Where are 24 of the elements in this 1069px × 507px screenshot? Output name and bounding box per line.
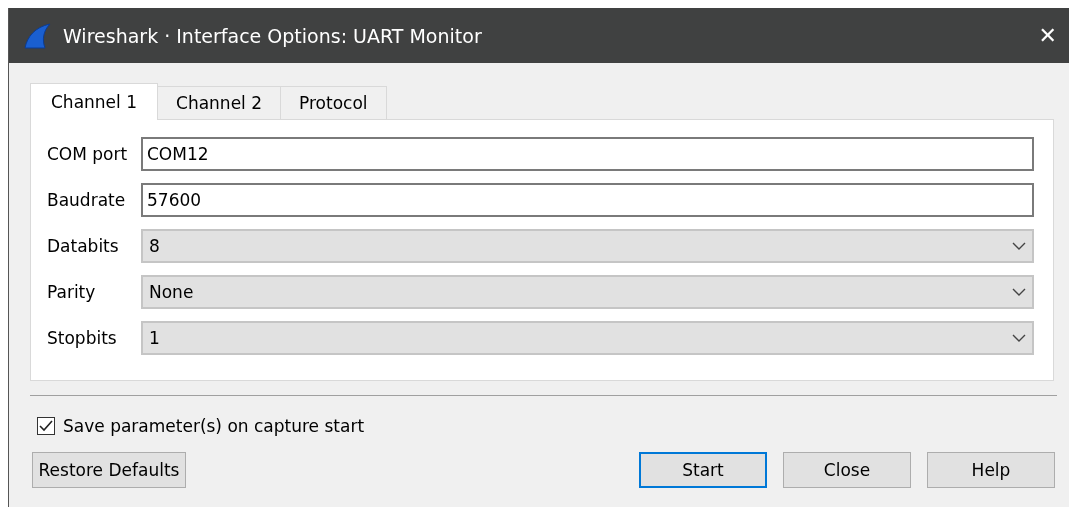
field-label: COM port (47, 144, 129, 164)
tab[interactable]: Channel 1 (30, 83, 158, 120)
dropdown[interactable]: 8 (141, 229, 1034, 263)
field-label: Baudrate (47, 190, 127, 210)
dialog-button[interactable]: Close (783, 452, 911, 488)
checkbox[interactable] (37, 417, 55, 435)
restore-defaults-button[interactable]: Restore Defaults (32, 452, 186, 488)
dropdown[interactable]: 1 (141, 321, 1034, 355)
chevron-down-icon (1012, 288, 1026, 296)
window-title: Wireshark · Interface Options: UART Monitor (63, 24, 483, 47)
close-icon[interactable]: ✕ (1038, 23, 1057, 48)
checkbox-label: Save parameter(s) on capture start (63, 416, 365, 436)
field-label: Databits (47, 236, 120, 256)
chevron-down-icon (1012, 334, 1026, 342)
dialog-button[interactable]: Help (927, 452, 1055, 488)
input-field[interactable]: COM12 (141, 137, 1034, 171)
field-label: Stopbits (47, 328, 118, 348)
shark-fin-icon (23, 22, 51, 49)
input-field[interactable]: 57600 (141, 183, 1034, 217)
field-label: Parity (47, 282, 97, 302)
dialog-button[interactable]: Start (639, 452, 767, 488)
tab[interactable]: Protocol (280, 86, 387, 120)
dropdown[interactable]: None (141, 275, 1034, 309)
chevron-down-icon (1012, 242, 1026, 250)
